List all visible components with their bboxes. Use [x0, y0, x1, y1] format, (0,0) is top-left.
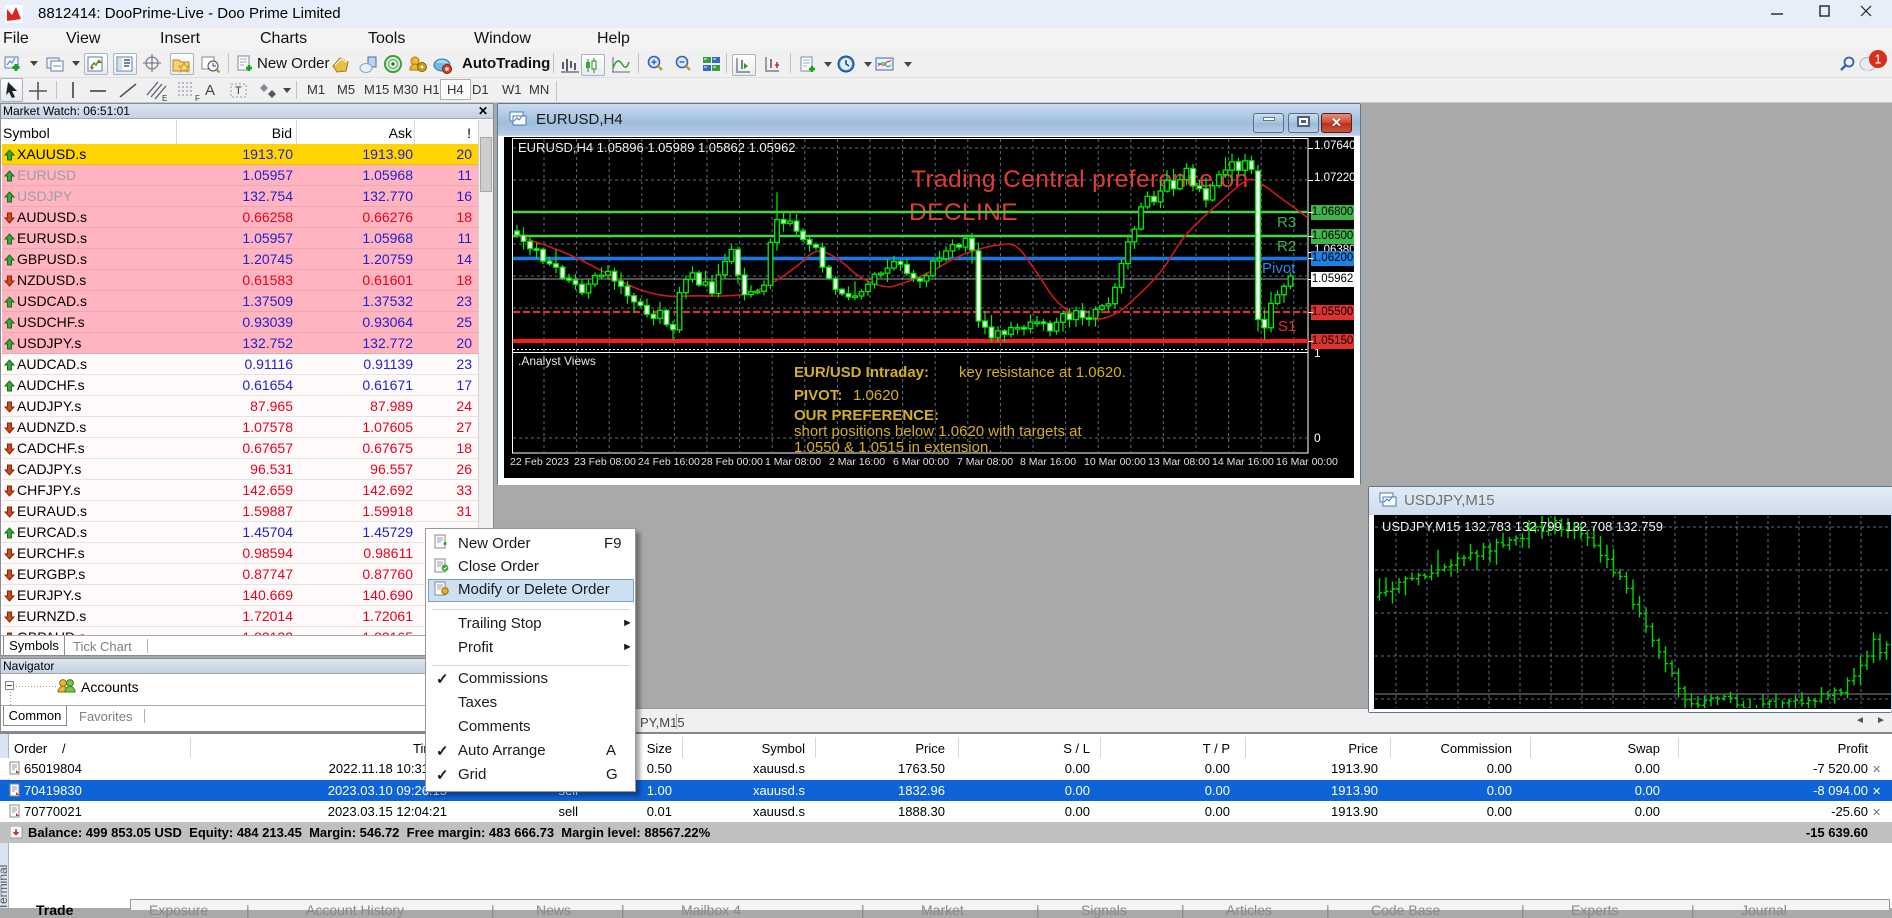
svg-text:1: 1	[1314, 346, 1321, 360]
svg-text:OUR PREFERENCE:: OUR PREFERENCE:	[794, 407, 939, 424]
svg-text:USDJPY,M15 132.783 132.799 13: USDJPY,M15 132.783 132.799 132.708 132.7…	[1382, 519, 1663, 534]
svg-text:.Analyst Views: .Analyst Views	[518, 354, 596, 368]
svg-text:S1: S1	[1278, 318, 1296, 335]
svg-text:T: T	[235, 85, 242, 97]
svg-text:Pivot: Pivot	[1262, 260, 1296, 277]
svg-text:1.0620: 1.0620	[853, 387, 899, 404]
svg-text:0: 0	[1314, 431, 1321, 445]
svg-text:EUR/USD Intraday:: EUR/USD Intraday:	[794, 364, 929, 381]
svg-text:R2: R2	[1277, 238, 1296, 255]
svg-text:key resistance at 1.0620.: key resistance at 1.0620.	[959, 364, 1126, 381]
svg-text:EURUSD,H4 1.05896 1.05989 1.0: EURUSD,H4 1.05896 1.05989 1.05862 1.0596…	[518, 140, 796, 155]
svg-text:E: E	[162, 94, 167, 102]
svg-text:R3: R3	[1277, 214, 1296, 231]
svg-text:PIVOT:: PIVOT:	[794, 387, 842, 404]
svg-text:short positions below 1.0620 w: short positions below 1.0620 with target…	[794, 423, 1082, 440]
svg-text:1.0550 & 1.0515 in extension.: 1.0550 & 1.0515 in extension.	[794, 439, 993, 456]
svg-text:F: F	[195, 94, 200, 102]
svg-text:1: 1	[1874, 52, 1881, 67]
